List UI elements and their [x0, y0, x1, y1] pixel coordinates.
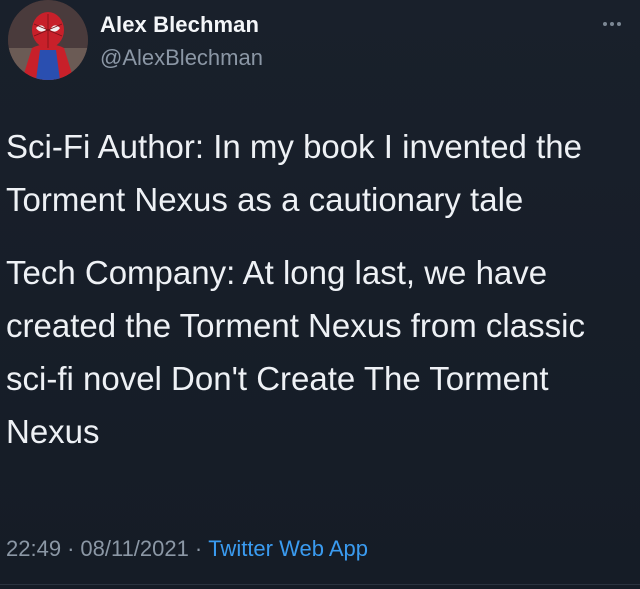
avatar[interactable] [8, 0, 88, 80]
tweet-time[interactable]: 22:49 [6, 536, 61, 561]
meta-separator: · [67, 536, 75, 561]
tweet-meta: 22:49 · 08/11/2021 · Twitter Web App [6, 536, 368, 562]
tweet-paragraph: Tech Company: At long last, we have crea… [6, 254, 585, 450]
more-dot [610, 22, 614, 26]
tweet-card: Alex Blechman @AlexBlechman Sci-Fi Autho… [0, 0, 640, 589]
author-name[interactable]: Alex Blechman [100, 12, 259, 38]
divider [0, 584, 640, 585]
spider-man-avatar-icon [8, 0, 88, 80]
tweet-date[interactable]: 08/11/2021 [80, 536, 188, 561]
tweet-text: Sci-Fi Author: In my book I invented the… [6, 120, 626, 458]
meta-separator: · [194, 536, 203, 561]
more-dot [603, 22, 607, 26]
author-handle[interactable]: @AlexBlechman [100, 45, 263, 71]
more-dot [617, 22, 621, 26]
more-dots-icon[interactable] [596, 14, 628, 34]
tweet-paragraph: Sci-Fi Author: In my book I invented the… [6, 128, 582, 218]
tweet-source-link[interactable]: Twitter Web App [208, 536, 368, 561]
